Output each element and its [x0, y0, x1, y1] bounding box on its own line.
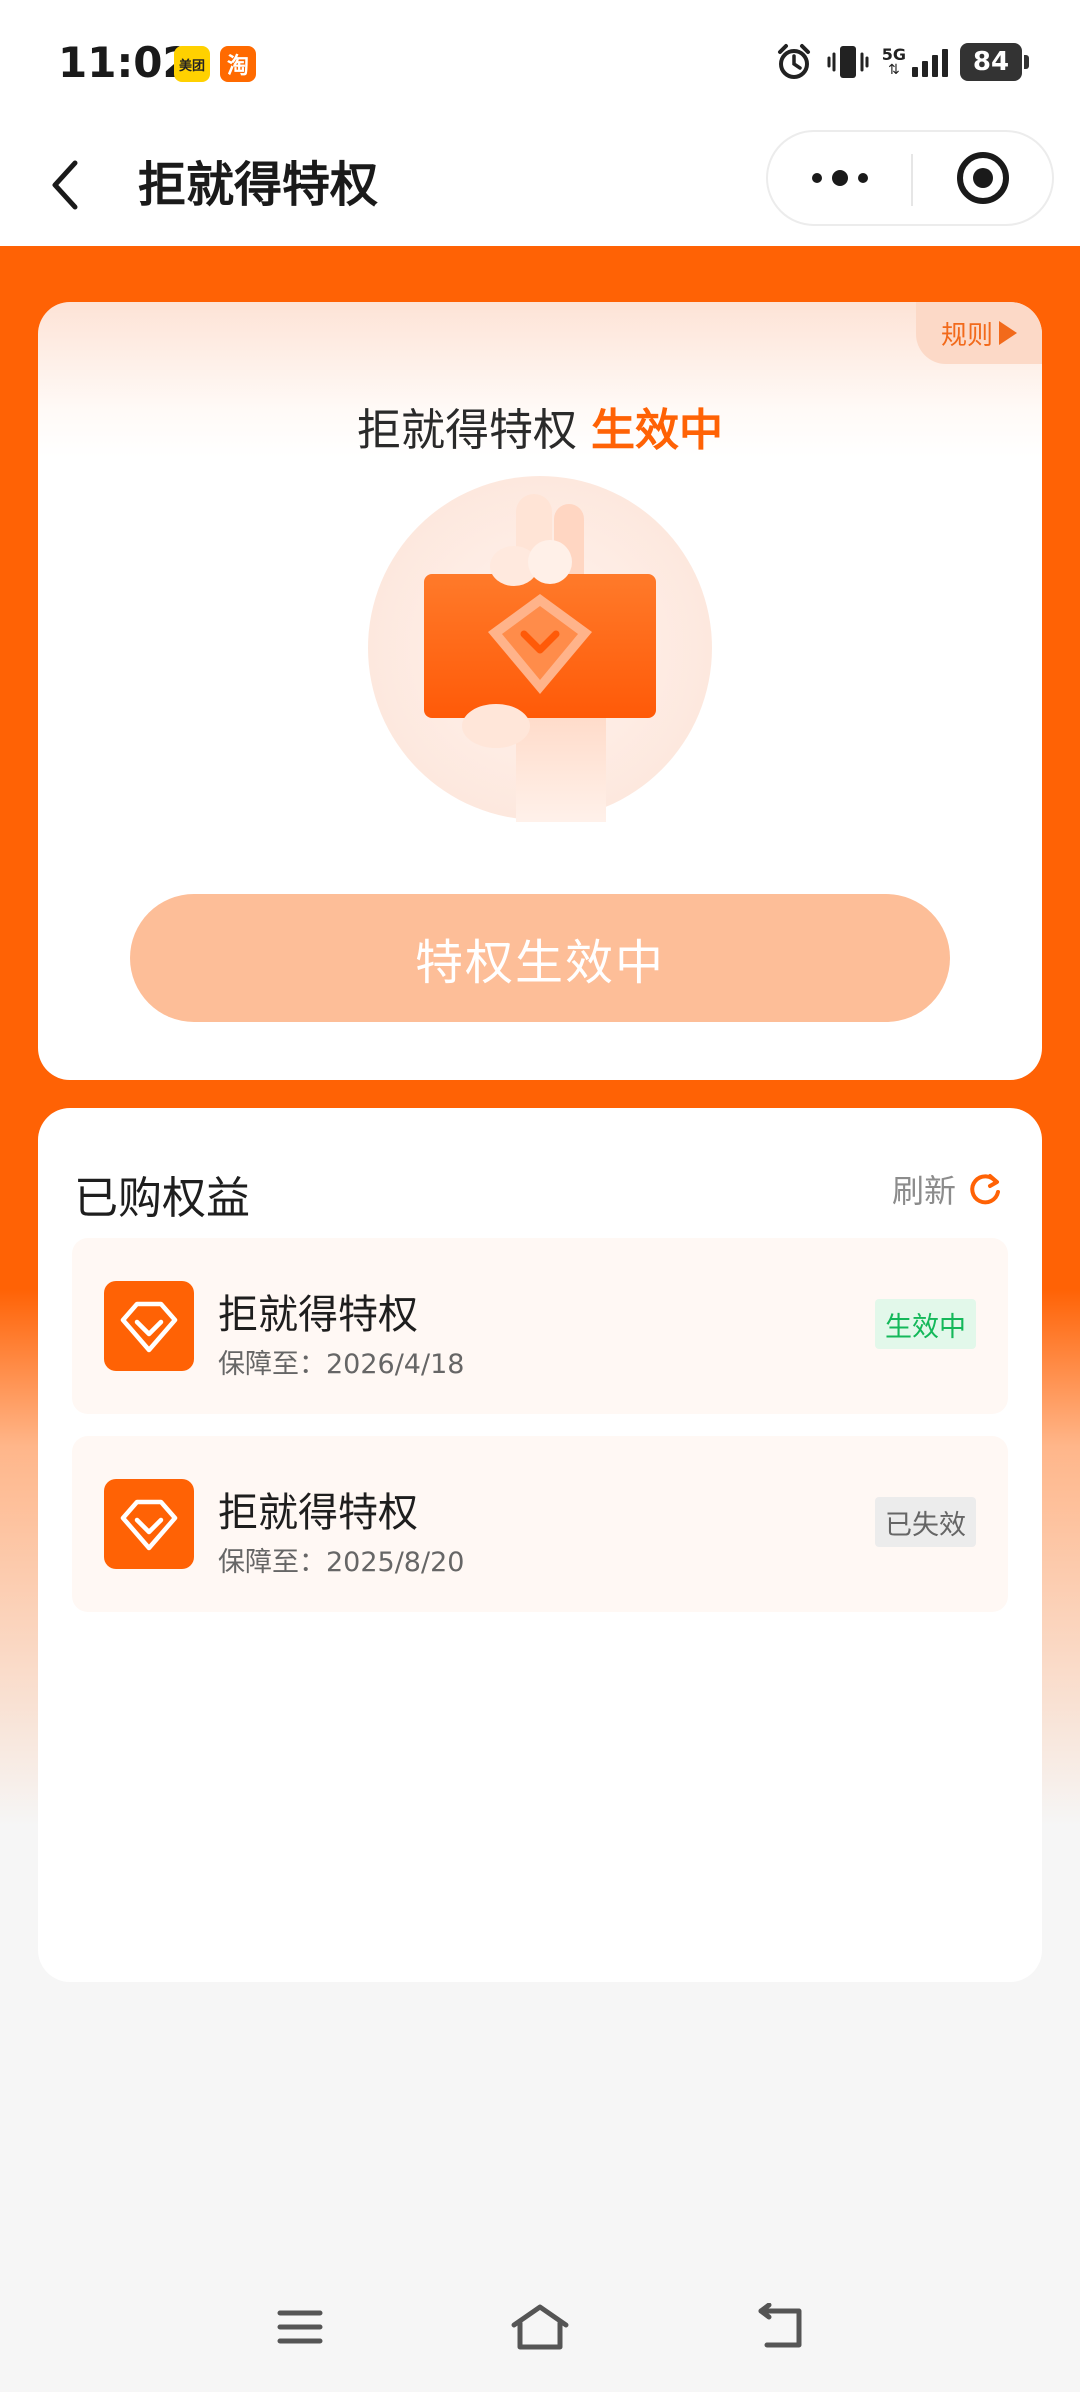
refresh-button[interactable]: 刷新 — [892, 1166, 1004, 1212]
vibrate-icon — [827, 46, 869, 78]
system-navigation-bar — [0, 2262, 1080, 2392]
battery-level: 84 — [972, 47, 1010, 77]
signal-indicator: 5G ⇅ — [882, 47, 948, 77]
status-bar: 11:02 美团 淘 5G ⇅ 84 — [0, 0, 1080, 130]
recent-apps-button[interactable] — [260, 2292, 340, 2362]
privilege-heading: 拒就得特权 生效中 — [38, 394, 1042, 458]
title-bar: 拒就得特权 — [0, 130, 1080, 246]
benefit-expiry-date: 保障至：2025/8/20 — [218, 1547, 465, 1578]
home-icon — [511, 2304, 569, 2350]
benefit-list-item[interactable]: 拒就得特权 保障至：2025/8/20 已失效 — [72, 1436, 1008, 1612]
status-badge: 生效中 — [875, 1299, 976, 1349]
rules-label: 规则 — [940, 320, 993, 351]
benefit-name: 拒就得特权 — [218, 1490, 418, 1536]
rules-link[interactable]: 规则 — [916, 302, 1042, 364]
close-miniprogram-button[interactable] — [913, 132, 1052, 224]
diamond-shield-icon — [104, 1479, 194, 1569]
alarm-icon — [777, 44, 810, 79]
taobao-notification-icon: 淘 — [220, 46, 256, 82]
diamond-shield-icon — [104, 1281, 194, 1371]
signal-bar — [932, 55, 938, 77]
miniprogram-capsule — [766, 130, 1054, 226]
back-arrow-icon — [758, 2303, 802, 2348]
signal-bar — [942, 49, 948, 77]
status-badge: 已失效 — [875, 1497, 976, 1547]
menu-icon — [277, 2310, 323, 2344]
more-dot-icon — [857, 173, 868, 183]
privilege-heading-text: 拒就得特权 — [357, 405, 577, 456]
hand-holding-card-illustration — [368, 476, 712, 822]
meituan-notification-icon: 美团 — [174, 46, 210, 82]
refresh-label: 刷新 — [891, 1172, 956, 1210]
chevron-left-icon — [52, 160, 78, 210]
page: 11:02 美团 淘 5G ⇅ 84 拒就得特权 规则 拒就得特权 生效中 特权… — [0, 0, 1080, 2392]
signal-bar — [922, 61, 928, 77]
privilege-status-card: 规则 拒就得特权 生效中 特权生效中 — [38, 302, 1042, 1080]
more-dot-icon — [831, 170, 848, 186]
benefit-expiry-date: 保障至：2026/4/18 — [218, 1349, 465, 1380]
privilege-active-button[interactable]: 特权生效中 — [130, 894, 950, 1022]
section-title: 已购权益 — [74, 1173, 250, 1224]
refresh-icon — [970, 1174, 1000, 1205]
system-back-button[interactable] — [740, 2292, 820, 2362]
privilege-heading-status: 生效中 — [591, 405, 723, 456]
target-icon — [956, 152, 1009, 204]
page-title: 拒就得特权 — [138, 157, 379, 213]
status-time: 11:02 — [58, 38, 192, 87]
back-button[interactable] — [30, 150, 100, 220]
play-arrow-icon — [999, 321, 1017, 345]
network-type-label: 5G — [881, 45, 906, 64]
benefit-list-item[interactable]: 拒就得特权 保障至：2026/4/18 生效中 — [72, 1238, 1008, 1414]
signal-bar — [912, 67, 918, 77]
more-dot-icon — [811, 173, 822, 183]
status-icons: 5G ⇅ 84 — [774, 42, 1029, 82]
home-button[interactable] — [500, 2292, 580, 2362]
purchased-benefits-card: 已购权益 刷新 拒就得特权 保障至：2026/4/18 生效中 拒就得特权 保障… — [38, 1108, 1042, 1982]
more-button[interactable] — [768, 132, 911, 224]
battery-indicator: 84 — [960, 43, 1029, 81]
benefit-name: 拒就得特权 — [218, 1292, 418, 1338]
